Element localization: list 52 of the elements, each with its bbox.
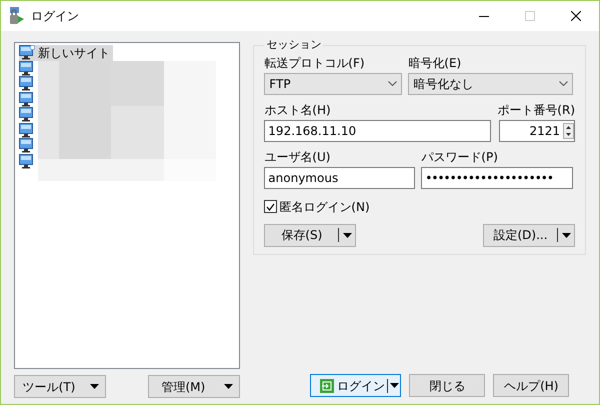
login-button[interactable]: ログイン	[310, 374, 402, 397]
caret-icon	[90, 384, 98, 389]
check-icon	[266, 202, 276, 210]
field-label: ユーザ名(U)	[264, 150, 332, 164]
site-item[interactable]	[19, 107, 35, 122]
tools-button[interactable]: ツール(T)	[14, 375, 106, 398]
field-label: 転送プロトコル(F)	[264, 56, 366, 70]
computer-icon	[19, 107, 35, 122]
caret-icon	[390, 383, 399, 388]
site-item[interactable]	[19, 76, 35, 92]
lock-computer-icon	[9, 7, 25, 25]
caret-icon	[224, 384, 233, 389]
field-label: ホスト名(H)	[264, 102, 332, 116]
port-spinner[interactable]: 2121	[499, 120, 575, 142]
save-button[interactable]: 保存(S)	[264, 224, 356, 246]
chevron-icon	[388, 81, 398, 86]
computer-icon	[19, 76, 35, 92]
manage-button[interactable]: 管理(M)	[148, 375, 240, 398]
checkbox-label[interactable]: 匿名ログイン(N)	[279, 198, 370, 216]
caret-icon	[562, 232, 570, 238]
advanced-button[interactable]: 設定(D)...	[483, 224, 575, 246]
dropdown[interactable]: 暗号化なし	[408, 72, 574, 94]
computer-icon	[19, 138, 35, 154]
dropdown[interactable]: FTP	[264, 72, 402, 94]
checkbox[interactable]	[264, 200, 278, 213]
close-dialog-button[interactable]: 閉じる	[409, 374, 486, 397]
computer-icon	[19, 154, 35, 169]
spin-arrows-icon	[563, 122, 574, 138]
chevron-icon	[559, 81, 568, 86]
computer-icon	[19, 92, 35, 107]
password-field[interactable]: •••••••••••••••••••••	[421, 166, 574, 188]
computer-icon	[19, 122, 35, 138]
site-item[interactable]	[19, 154, 35, 169]
field-label: 暗号化(E)	[408, 56, 462, 70]
caret-icon	[342, 232, 352, 238]
group-title: セッション	[265, 37, 322, 53]
window-title: ログイン	[31, 8, 79, 25]
maximize-icon	[525, 11, 535, 21]
site-item[interactable]	[19, 138, 35, 154]
new-computer-icon	[19, 45, 35, 60]
site-item[interactable]	[19, 92, 35, 107]
help-button[interactable]: ヘルプ(H)	[493, 374, 570, 397]
close-icon	[571, 11, 581, 21]
login-icon	[320, 378, 334, 392]
username-field[interactable]: anonymous	[264, 166, 416, 188]
site-item[interactable]	[19, 122, 35, 138]
field-label: ポート番号(R)	[497, 102, 575, 116]
host-field[interactable]: 192.168.11.10	[264, 120, 492, 142]
site-item[interactable]	[19, 60, 35, 76]
site-item[interactable]: 新しいサイト	[19, 45, 113, 60]
field-label: パスワード(P)	[421, 150, 499, 164]
computer-icon	[19, 60, 35, 76]
